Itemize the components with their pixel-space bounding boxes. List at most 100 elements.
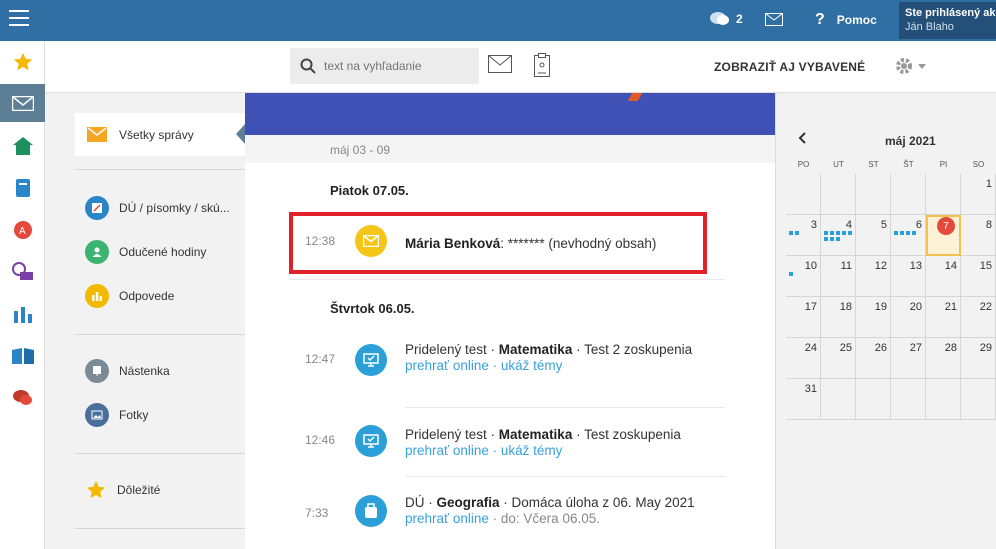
folders-panel: Všetky správy DÚ / písomky / skú... Oduč…: [45, 93, 246, 549]
calendar-day[interactable]: 31: [786, 379, 821, 420]
message-body: Pridelený test · Matematika · Test zosku…: [405, 427, 681, 458]
folder-taught-hours[interactable]: Odučené hodiny: [85, 240, 206, 264]
calendar-day: [926, 379, 961, 420]
rail-statistics[interactable]: [0, 295, 45, 333]
calendar-day[interactable]: 26: [856, 338, 891, 379]
show-topics-link[interactable]: ukáž témy: [501, 443, 563, 458]
calendar-day[interactable]: 4: [821, 215, 856, 256]
show-topics-link[interactable]: ukáž témy: [501, 358, 563, 373]
rail-timetable[interactable]: [0, 253, 45, 291]
rail-favorites[interactable]: [0, 43, 45, 81]
day-number: 1: [985, 178, 992, 190]
search-box[interactable]: [290, 48, 479, 84]
divider: [75, 453, 245, 454]
week-range: máj 03 - 09: [330, 143, 391, 157]
rail-home[interactable]: [0, 127, 45, 165]
folder-photos[interactable]: Fotky: [85, 403, 148, 427]
separator: [289, 279, 725, 280]
day-number: 8: [985, 219, 992, 231]
new-message-button[interactable]: [488, 55, 512, 76]
folder-important[interactable]: Dôležité: [85, 479, 160, 501]
calendar-day[interactable]: 15: [961, 256, 996, 297]
rail-grades[interactable]: A: [0, 211, 45, 249]
school-icon: [12, 137, 33, 155]
folder-label: Fotky: [119, 408, 149, 422]
chat-button[interactable]: 2: [710, 11, 743, 27]
calendar-day[interactable]: 19: [856, 297, 891, 338]
calendar-day: [821, 379, 856, 420]
logged-in-label: Ste prihlásený ako: [905, 7, 996, 19]
help-button[interactable]: ? Pomoc: [815, 11, 877, 29]
menu-icon[interactable]: [9, 10, 29, 26]
message-subject: Matematika: [498, 342, 573, 357]
due-date: do: Včera 06.05.: [500, 511, 600, 526]
play-online-link[interactable]: prehrať online: [405, 358, 489, 373]
gear-icon: [896, 58, 912, 74]
calendar-day[interactable]: 28: [926, 338, 961, 379]
calendar-day[interactable]: 13: [891, 256, 926, 297]
homework-bag-icon: [355, 495, 387, 527]
chat-icon: [710, 12, 729, 25]
calendar-day[interactable]: 5: [856, 215, 891, 256]
calendar-day[interactable]: 11: [821, 256, 856, 297]
folder-all-messages[interactable]: Všetky správy: [75, 113, 246, 156]
calendar-day[interactable]: 24: [786, 338, 821, 379]
message-list: máj 03 - 09 Piatok 07.05. 12:38 Mária Be…: [245, 93, 775, 549]
calendar-day[interactable]: 8: [961, 215, 996, 256]
rail-messages[interactable]: [0, 84, 45, 122]
user-menu[interactable]: Ste prihlásený ako Ján Blaho: [899, 2, 996, 39]
mail-button[interactable]: [765, 13, 783, 26]
calendar-day[interactable]: 27: [891, 338, 926, 379]
folder-board[interactable]: Nástenka: [85, 359, 170, 383]
calendar-day[interactable]: 6: [891, 215, 926, 256]
message-text: Test 2 zoskupenia: [584, 342, 693, 357]
divider: [75, 169, 245, 170]
calendar-day: [926, 174, 961, 215]
prev-month-button[interactable]: [798, 131, 806, 149]
notebook-icon: [15, 179, 30, 197]
calendar-day[interactable]: 3: [786, 215, 821, 256]
svg-text:A: A: [19, 226, 26, 237]
calendar-day[interactable]: 1: [961, 174, 996, 215]
play-online-link[interactable]: prehrať online: [405, 511, 489, 526]
day-number: 15: [979, 260, 992, 272]
calendar-day[interactable]: 20: [891, 297, 926, 338]
banner: [245, 93, 775, 135]
new-assignment-button[interactable]: [534, 53, 550, 80]
day-number: 14: [944, 260, 957, 272]
divider: [75, 334, 245, 335]
day-of-week: ŠT: [903, 160, 914, 169]
day-number: 28: [944, 342, 957, 354]
day-number: 26: [874, 342, 887, 354]
play-online-link[interactable]: prehrať online: [405, 443, 489, 458]
calendar-day[interactable]: 18: [821, 297, 856, 338]
calendar-day[interactable]: 21: [926, 297, 961, 338]
calendar-day[interactable]: 29: [961, 338, 996, 379]
rail-library[interactable]: [0, 337, 45, 375]
day-number: 19: [874, 301, 887, 313]
calendar-day[interactable]: 25: [821, 338, 856, 379]
search-input[interactable]: [324, 59, 474, 73]
settings-button[interactable]: [895, 57, 926, 75]
calendar-day[interactable]: 10: [786, 256, 821, 297]
search-icon: [300, 58, 316, 74]
rail-diary[interactable]: [0, 169, 45, 207]
test-icon: [355, 425, 387, 457]
show-resolved-button[interactable]: ZOBRAZIŤ AJ VYBAVENÉ: [714, 60, 865, 74]
calendar-day[interactable]: 12: [856, 256, 891, 297]
calendar-day: [891, 379, 926, 420]
envelope-icon: [11, 95, 34, 111]
envelope-icon: [765, 13, 783, 26]
event-markers: [789, 231, 817, 235]
folder-homework[interactable]: DÚ / písomky / skú...: [85, 196, 230, 220]
person-icon: [85, 240, 109, 264]
rail-discussions[interactable]: [0, 379, 45, 417]
calendar-day: [961, 379, 996, 420]
folder-label: Všetky správy: [119, 127, 194, 142]
folder-answers[interactable]: Odpovede: [85, 284, 174, 308]
calendar-day[interactable]: 22: [961, 297, 996, 338]
day-number: 13: [909, 260, 922, 272]
calendar-day[interactable]: 17: [786, 297, 821, 338]
calendar-day[interactable]: 14: [926, 256, 961, 297]
calendar-day[interactable]: 7: [926, 215, 961, 256]
